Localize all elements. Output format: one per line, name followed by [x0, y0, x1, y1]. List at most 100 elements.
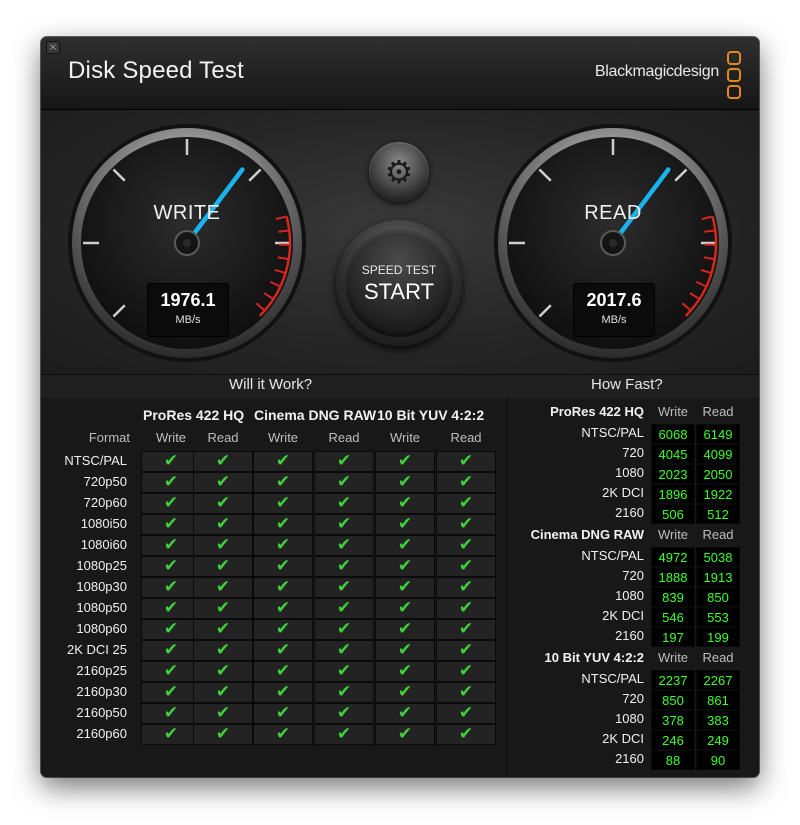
checkmark-icon: ✔ — [336, 472, 352, 492]
resolution-label: 2160 — [615, 628, 644, 643]
checkmark-icon: ✔ — [397, 493, 413, 513]
checkmark-icon: ✔ — [458, 619, 474, 639]
checkmark-icon: ✔ — [275, 577, 291, 597]
checkmark-icon: ✔ — [458, 493, 474, 513]
how-fast-group-header: Cinema DNG RAW — [530, 527, 644, 542]
checkmark-icon: ✔ — [275, 493, 291, 513]
resolution-label: 1080 — [615, 465, 644, 480]
checkmark-icon: ✔ — [458, 682, 474, 702]
resolution-label: 2160 — [615, 505, 644, 520]
format-row — [49, 577, 132, 598]
gear-icon: ⚙ — [384, 153, 414, 191]
checkmark-icon: ✔ — [215, 556, 231, 576]
checkmark-icon: ✔ — [336, 493, 352, 513]
checkmark-icon: ✔ — [458, 472, 474, 492]
checkmark-icon: ✔ — [336, 598, 352, 618]
checkmark-icon: ✔ — [163, 514, 179, 534]
checkmark-icon: ✔ — [336, 703, 352, 723]
read-speed-fps: 249 — [696, 730, 740, 750]
read-speed-fps: 512 — [696, 504, 740, 524]
checkmark-icon: ✔ — [163, 451, 179, 471]
resolution-label: NTSC/PAL — [581, 425, 644, 440]
checkmark-icon: ✔ — [215, 472, 231, 492]
resolution-label: 720 — [622, 568, 644, 583]
checkmark-icon: ✔ — [163, 472, 179, 492]
checkmark-icon: ✔ — [275, 724, 291, 744]
checkmark-icon: ✔ — [336, 682, 352, 702]
checkmark-icon: ✔ — [397, 514, 413, 534]
checkmark-icon: ✔ — [215, 640, 231, 660]
write-speed-fps: 378 — [651, 710, 695, 730]
title-bar: × Disk Speed Test Blackmagicdesign — [41, 37, 759, 110]
write-speed-fps: 6068 — [651, 424, 695, 444]
write-speed-fps: 1888 — [651, 567, 695, 587]
resolution-label: NTSC/PAL — [581, 548, 644, 563]
format-row — [49, 472, 132, 493]
checkmark-icon: ✔ — [275, 703, 291, 723]
checkmark-icon: ✔ — [397, 451, 413, 471]
checkmark-icon: ✔ — [215, 577, 231, 597]
checkmark-icon: ✔ — [397, 577, 413, 597]
checkmark-icon: ✔ — [458, 598, 474, 618]
checkmark-icon: ✔ — [215, 724, 231, 744]
resolution-label: 1080 — [615, 711, 644, 726]
gauge-hub-center — [609, 239, 617, 247]
checkmark-icon: ✔ — [163, 577, 179, 597]
read-speed-fps: 90 — [696, 750, 740, 770]
checkmark-icon: ✔ — [215, 451, 231, 471]
write-speed-fps: 1896 — [651, 484, 695, 504]
checkmark-icon: ✔ — [458, 577, 474, 597]
checkmark-icon: ✔ — [458, 640, 474, 660]
checkmark-icon: ✔ — [397, 682, 413, 702]
checkmark-icon: ✔ — [163, 682, 179, 702]
resolution-label: 720 — [622, 445, 644, 460]
checkmark-icon: ✔ — [275, 640, 291, 660]
gauge-redzone-tick — [704, 229, 715, 233]
checkmark-icon: ✔ — [397, 724, 413, 744]
format-row — [49, 703, 132, 724]
format-row — [49, 619, 132, 640]
checkmark-icon: ✔ — [215, 535, 231, 555]
format-group-header: ProRes 422 HQ — [143, 407, 245, 423]
checkmark-icon: ✔ — [458, 724, 474, 744]
read-speed-fps: 4099 — [696, 444, 740, 464]
write-speed-fps: 4045 — [651, 444, 695, 464]
write-speed-value: 1976.1 — [160, 290, 216, 310]
format-row — [49, 598, 132, 619]
checkmark-icon: ✔ — [336, 556, 352, 576]
read-speed-fps: 383 — [696, 710, 740, 730]
check-column-header: Read — [450, 430, 482, 445]
settings-button[interactable]: ⚙ — [369, 142, 429, 202]
checkmark-icon: ✔ — [397, 661, 413, 681]
checkmark-icon: ✔ — [163, 556, 179, 576]
write-readout: 1976.1 MB/s — [147, 283, 229, 337]
check-column-header: Read — [207, 430, 239, 445]
resolution-label: 2160 — [615, 751, 644, 766]
close-button[interactable]: × — [46, 41, 60, 54]
read-column-header: Read — [702, 650, 734, 665]
format-row — [49, 640, 132, 661]
how-fast-group-header: ProRes 422 HQ — [550, 404, 644, 419]
gauge-hub-center — [183, 239, 191, 247]
app-title: Disk Speed Test — [68, 57, 244, 84]
read-speed-fps: 2050 — [696, 464, 740, 484]
check-column-header: Write — [155, 430, 187, 445]
checkmark-icon: ✔ — [215, 598, 231, 618]
checkmark-icon: ✔ — [397, 472, 413, 492]
format-row — [49, 682, 132, 703]
check-column-header: Write — [389, 430, 421, 445]
checkmark-icon: ✔ — [336, 535, 352, 555]
blackmagic-logo-icon — [727, 51, 741, 99]
start-button[interactable]: SPEED TEST START — [336, 220, 462, 346]
checkmark-icon: ✔ — [458, 451, 474, 471]
read-column-header: Read — [702, 527, 734, 542]
format-group-header: 10 Bit YUV 4:2:2 — [377, 407, 485, 423]
read-speed-fps: 199 — [696, 627, 740, 647]
checkmark-icon: ✔ — [215, 493, 231, 513]
write-speed-fps: 4972 — [651, 547, 695, 567]
write-speed-fps: 2237 — [651, 670, 695, 690]
checkmark-icon: ✔ — [458, 514, 474, 534]
checkmark-icon: ✔ — [163, 640, 179, 660]
format-row — [49, 493, 132, 514]
resolution-label: 720 — [622, 691, 644, 706]
